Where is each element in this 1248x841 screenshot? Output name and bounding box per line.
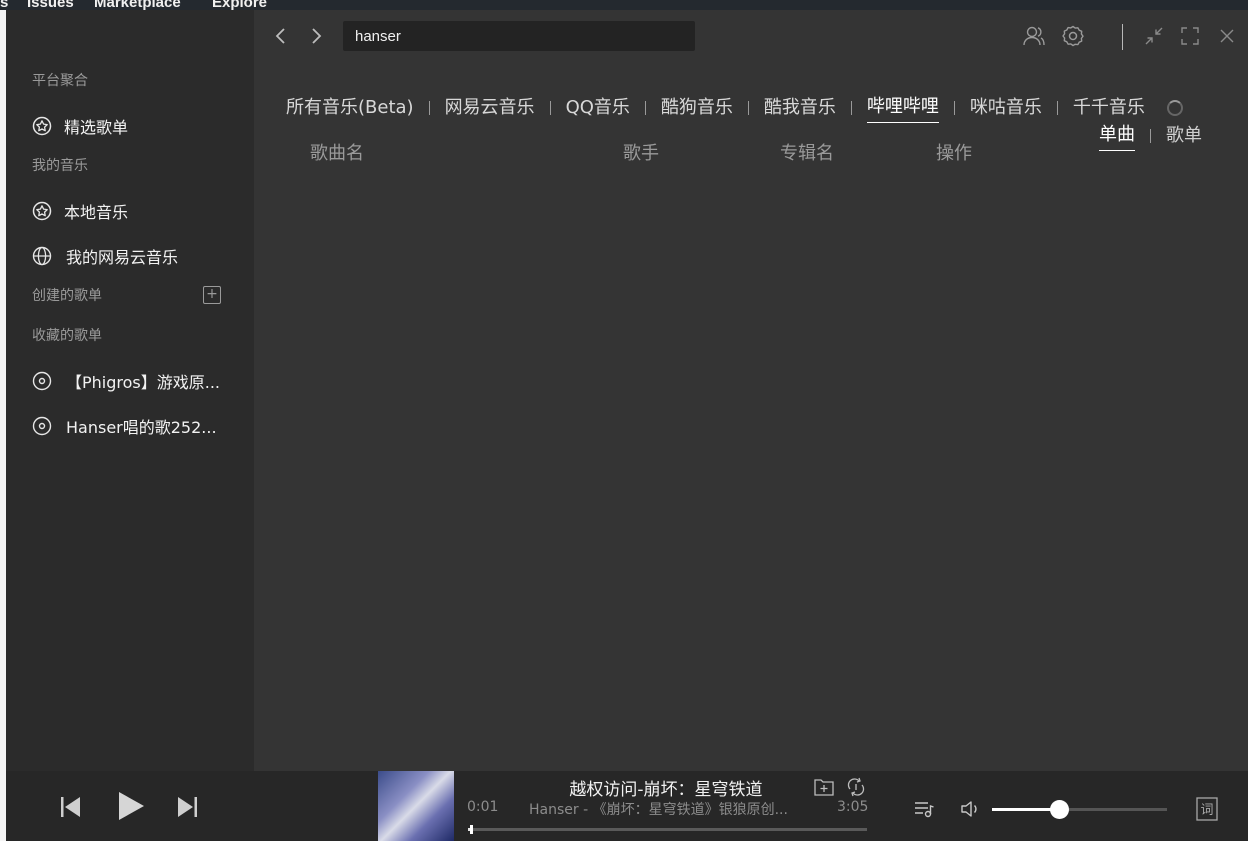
- sidebar-item-favorite-playlist[interactable]: Hanser唱的歌252...: [32, 414, 217, 438]
- volume-slider[interactable]: [992, 800, 1167, 819]
- music-app-window: 平台聚合 精选歌单 我的音乐 本地音乐 我的网易云音乐 创建的歌单 + 收藏的歌…: [6, 10, 1248, 841]
- tab-songs[interactable]: 单曲: [1099, 120, 1135, 151]
- platform-tabs: 所有音乐(Beta) 网易云音乐 QQ音乐 酷狗音乐 酷我音乐 哔哩哔哩 咪咕音乐 千千音乐: [286, 92, 1183, 123]
- forward-arrow-icon[interactable]: [304, 24, 328, 48]
- tab-divider: [850, 100, 852, 115]
- disc-icon: [32, 416, 52, 436]
- volume-fill: [992, 808, 1059, 811]
- tab-divider: [644, 100, 646, 115]
- play-icon[interactable]: [117, 791, 145, 825]
- background-nav-item: Marketplace: [94, 0, 181, 10]
- tab-platform[interactable]: 千千音乐: [1073, 93, 1145, 123]
- tab-platform[interactable]: 酷我音乐: [764, 93, 836, 123]
- playlist-queue-icon[interactable]: [913, 798, 935, 824]
- tab-platform[interactable]: QQ音乐: [566, 93, 630, 123]
- column-header-actions: 操作: [936, 143, 972, 164]
- sidebar: 平台聚合 精选歌单 我的音乐 本地音乐 我的网易云音乐 创建的歌单 + 收藏的歌…: [6, 10, 254, 771]
- background-nav-item: s: [0, 0, 9, 10]
- sidebar-section-platform: 平台聚合: [32, 73, 88, 89]
- sidebar-section-favorite-playlists: 收藏的歌单: [32, 328, 102, 344]
- close-icon[interactable]: [1214, 23, 1240, 49]
- minimize-icon[interactable]: [1141, 23, 1167, 49]
- now-playing-artist: Hanser - 《崩坏：星穹铁道》银狼原创...: [529, 802, 788, 818]
- tab-playlists[interactable]: 歌单: [1166, 121, 1202, 151]
- column-header-song-name: 歌曲名: [310, 143, 364, 164]
- loading-spinner-icon: [1166, 99, 1183, 116]
- tab-platform[interactable]: 所有音乐(Beta): [286, 93, 414, 123]
- user-icon[interactable]: [1021, 23, 1047, 49]
- lyrics-icon[interactable]: 词: [1196, 797, 1218, 825]
- sidebar-item-label: 本地音乐: [64, 203, 129, 222]
- tab-divider: [1150, 128, 1151, 143]
- sidebar-item-label: 【Phigros】游戏原...: [66, 373, 221, 392]
- sidebar-item-label: 我的网易云音乐: [66, 248, 179, 267]
- player-bar: 越权访问-崩坏：星穹铁道 0:01 Hanser - 《崩坏：星穹铁道》银狼原创…: [6, 771, 1248, 841]
- sidebar-item-label: Hanser唱的歌252...: [66, 418, 217, 437]
- globe-icon: [32, 246, 52, 266]
- column-header-artist: 歌手: [623, 143, 659, 164]
- add-to-playlist-icon[interactable]: [814, 778, 834, 800]
- svg-text:词: 词: [1200, 803, 1213, 818]
- fullscreen-icon[interactable]: [1177, 23, 1203, 49]
- background-nav-item: Issues: [27, 0, 74, 10]
- tab-platform[interactable]: 酷狗音乐: [661, 93, 733, 123]
- volume-handle[interactable]: [1049, 800, 1069, 819]
- total-time: 3:05: [837, 799, 869, 815]
- sidebar-item-label: 精选歌单: [64, 118, 129, 137]
- header-divider: [1122, 24, 1123, 50]
- gear-icon[interactable]: [1060, 23, 1086, 49]
- sidebar-item-featured-playlists[interactable]: 精选歌单: [32, 114, 128, 138]
- star-icon: [32, 201, 52, 221]
- progress-handle[interactable]: [469, 825, 473, 834]
- disc-icon: [32, 371, 52, 391]
- tab-platform[interactable]: 咪咕音乐: [970, 93, 1042, 123]
- sidebar-section-created-playlists: 创建的歌单: [32, 288, 102, 304]
- tab-divider: [953, 100, 955, 115]
- current-time: 0:01: [467, 799, 499, 815]
- tab-divider: [1056, 100, 1058, 115]
- background-browser-nav: s Issues Marketplace Explore: [0, 0, 1248, 10]
- tab-divider: [428, 100, 430, 115]
- sidebar-item-my-netease[interactable]: 我的网易云音乐: [32, 244, 178, 268]
- background-nav-item: Explore: [212, 0, 268, 10]
- tab-platform[interactable]: 网易云音乐: [445, 93, 535, 123]
- album-cover-image[interactable]: [378, 771, 454, 841]
- back-arrow-icon[interactable]: [269, 24, 293, 48]
- now-playing-title: 越权访问-崩坏：星穹铁道: [569, 780, 763, 800]
- tab-divider: [549, 100, 551, 115]
- sidebar-item-favorite-playlist[interactable]: 【Phigros】游戏原...: [32, 369, 220, 393]
- sidebar-section-my-music: 我的音乐: [32, 158, 88, 174]
- repeat-icon[interactable]: [846, 777, 866, 801]
- tab-platform[interactable]: 哔哩哔哩: [866, 92, 939, 123]
- search-type-tabs: 单曲 歌单: [1099, 120, 1202, 151]
- tab-divider: [747, 100, 749, 115]
- progress-bar[interactable]: [468, 825, 867, 834]
- next-track-icon[interactable]: [176, 795, 198, 823]
- sidebar-item-local-music[interactable]: 本地音乐: [32, 199, 128, 223]
- previous-track-icon[interactable]: [60, 795, 82, 823]
- search-input[interactable]: [343, 21, 695, 51]
- star-icon: [32, 116, 52, 136]
- column-header-album: 专辑名: [780, 143, 834, 164]
- add-playlist-button[interactable]: +: [203, 286, 221, 304]
- volume-icon[interactable]: [959, 798, 983, 824]
